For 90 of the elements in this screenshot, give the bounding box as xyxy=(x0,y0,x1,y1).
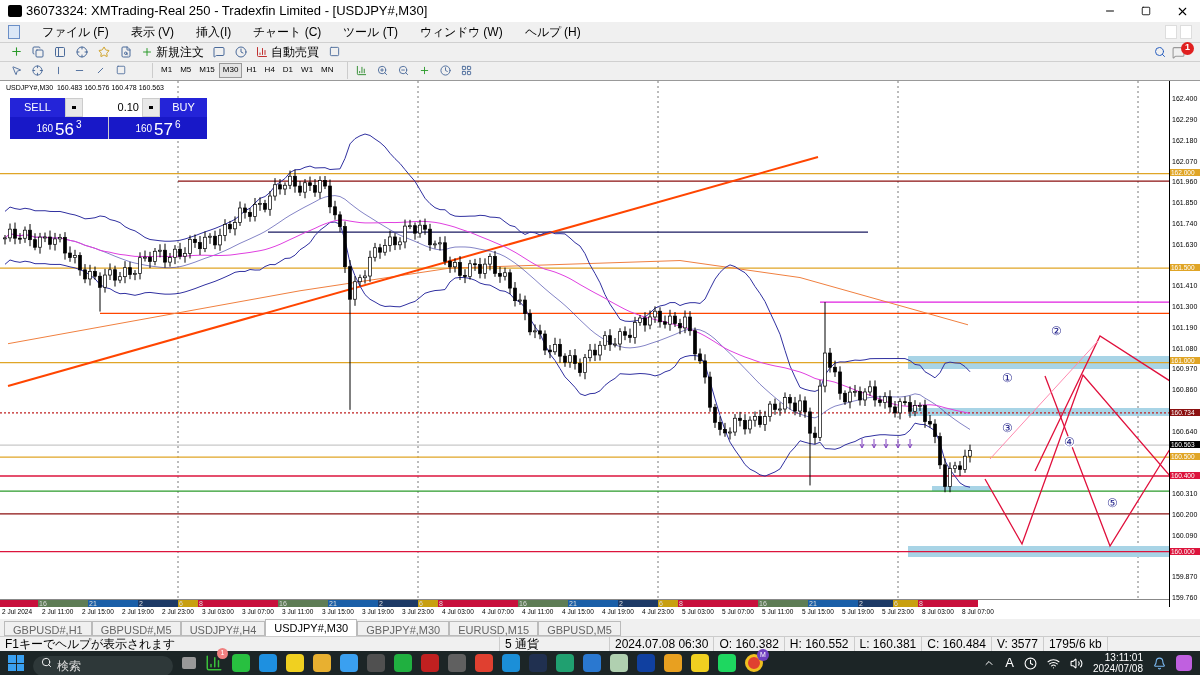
start-icon[interactable] xyxy=(8,655,24,672)
app-logo-icon xyxy=(8,5,22,17)
timeframe-button[interactable]: D1 xyxy=(278,62,298,78)
quote-big-figure: 160 xyxy=(135,121,153,136)
volume-icon[interactable] xyxy=(1069,656,1083,670)
wave-label: ⑤ xyxy=(1107,496,1118,509)
increase-button[interactable] xyxy=(142,97,160,117)
chart-tab[interactable]: EURUSD,M15 xyxy=(449,620,539,636)
app-icon[interactable] xyxy=(340,654,358,673)
window-title: 36073324: XMTrading-Real 250 - Tradexfin Limited - [USDJPY#,M30] xyxy=(26,2,428,21)
chart-tab[interactable]: USDJPY#,H4 xyxy=(180,620,266,636)
clock-time: 13:11:01 xyxy=(1104,652,1143,664)
chart-tab[interactable]: GBPUSD#,M5 xyxy=(91,620,181,636)
app-icon[interactable] xyxy=(394,654,412,673)
cursor-icon[interactable] xyxy=(10,64,22,76)
profiles-icon[interactable] xyxy=(32,45,44,58)
chart-tab[interactable]: GBPUSD#,H1 xyxy=(4,620,92,636)
quote-point: 6 xyxy=(175,117,181,132)
search-icon xyxy=(41,657,52,669)
lot-size-field[interactable]: 0.10 xyxy=(83,97,142,117)
rectangle-icon[interactable] xyxy=(116,65,126,76)
market-watch-icon[interactable] xyxy=(54,45,66,58)
new-order-button[interactable]: 新規注文 xyxy=(156,42,204,61)
arrow-marks xyxy=(859,438,913,449)
input-indicator[interactable]: A xyxy=(1005,653,1014,673)
sell-button[interactable]: SELL xyxy=(10,97,65,117)
wave-label: ③ xyxy=(1002,421,1013,434)
menu-item[interactable]: ヘルプ (H) xyxy=(524,22,581,41)
app-icon[interactable] xyxy=(610,654,628,673)
menu-item[interactable]: 表示 (V) xyxy=(130,22,174,41)
wave-label: ① xyxy=(1002,371,1013,384)
clock-icon[interactable] xyxy=(235,45,247,58)
document-icon xyxy=(8,24,20,39)
zoom-in-icon[interactable] xyxy=(377,64,389,76)
app-icon[interactable] xyxy=(286,654,304,673)
menu-item[interactable]: ファイル (F) xyxy=(42,22,109,41)
menu-item[interactable]: ツール (T) xyxy=(343,22,398,41)
timeframe-button[interactable]: M1 xyxy=(157,62,177,78)
crosshair-icon[interactable] xyxy=(76,45,88,58)
app-icon[interactable] xyxy=(259,654,277,673)
chat-icon[interactable] xyxy=(1172,45,1185,59)
maximize-icon[interactable] xyxy=(1141,6,1151,16)
app-icon[interactable] xyxy=(232,654,250,673)
crosshair-icon[interactable] xyxy=(31,64,43,76)
menu-item[interactable]: ウィンドウ (W) xyxy=(420,22,503,41)
menu-item[interactable]: 挿入(I) xyxy=(196,22,232,41)
search-field[interactable]: 検索 xyxy=(33,656,173,675)
quote-pips: 57 xyxy=(154,120,173,138)
signal-app-icon[interactable] xyxy=(205,654,223,673)
timeframe-button[interactable]: H1 xyxy=(242,62,261,78)
app-icon[interactable] xyxy=(556,654,574,673)
menu-item[interactable]: チャート (C) xyxy=(253,22,322,41)
buy-button[interactable]: BUY xyxy=(160,97,207,117)
timeframe-button[interactable]: MN xyxy=(317,62,338,78)
plus-icon[interactable] xyxy=(141,45,153,58)
chart-tab[interactable]: GBPUSD,M5 xyxy=(538,620,621,636)
notification-icon[interactable] xyxy=(1153,656,1166,670)
clock-date: 2024/07/08 xyxy=(1092,663,1143,675)
quote-big-figure: 160 xyxy=(36,121,54,136)
app-icon[interactable] xyxy=(718,654,736,673)
zoom-out-icon[interactable] xyxy=(398,64,410,76)
zone-band xyxy=(932,485,990,491)
bar-chart-icon[interactable] xyxy=(356,64,368,76)
chart-icon[interactable] xyxy=(256,45,268,58)
timeframe-button[interactable]: H4 xyxy=(260,62,279,78)
timeframe-button[interactable]: W1 xyxy=(297,62,318,78)
wave-label: ② xyxy=(1051,324,1062,337)
search-icon[interactable] xyxy=(1154,45,1166,58)
timeframe-button[interactable]: M5 xyxy=(176,62,196,78)
chart-tab[interactable]: GBPJPY#,M30 xyxy=(357,620,450,636)
quote-pips: 56 xyxy=(55,120,74,138)
timeframe-button[interactable]: M15 xyxy=(195,62,219,78)
indicators-icon[interactable] xyxy=(419,64,431,76)
timeframe-button[interactable]: M30 xyxy=(218,62,243,78)
auto-trading-button[interactable]: 自動売買 xyxy=(271,42,319,61)
clock-tray-icon[interactable] xyxy=(1023,656,1037,670)
notification-badge: 1 xyxy=(1181,41,1194,55)
tile-icon[interactable] xyxy=(461,64,473,76)
chat-icon[interactable] xyxy=(213,45,225,58)
wave-label: ④ xyxy=(1064,435,1075,448)
decrease-button[interactable] xyxy=(65,97,83,117)
network-icon[interactable] xyxy=(1046,656,1060,670)
clock-icon[interactable] xyxy=(440,64,452,76)
app-icon[interactable] xyxy=(691,654,709,673)
app-icon[interactable] xyxy=(502,654,520,673)
new-chart-icon[interactable] xyxy=(9,45,23,59)
task-view-icon[interactable] xyxy=(182,657,196,670)
app-icon[interactable] xyxy=(664,654,682,673)
quote-point: 3 xyxy=(76,117,82,132)
app-icon[interactable] xyxy=(313,654,331,673)
